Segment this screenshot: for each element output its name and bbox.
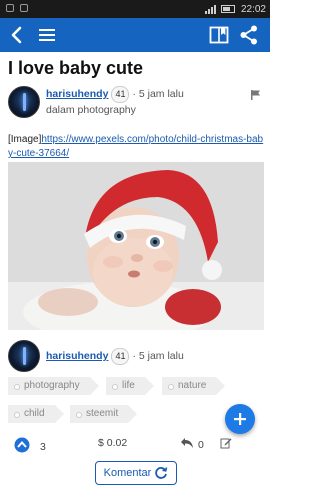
tag-nature[interactable]: nature (162, 377, 226, 395)
book-icon (209, 26, 229, 44)
flag-icon (251, 90, 260, 100)
reply-icon (181, 438, 193, 448)
reputation-badge: 41 (111, 86, 130, 103)
reply-group: 0 (180, 437, 204, 452)
post-time: 5 jam lalu (138, 88, 184, 100)
share-button[interactable] (234, 18, 264, 52)
reply-count: 0 (198, 438, 204, 451)
post-image[interactable] (8, 162, 264, 330)
post-author-row: harisuhendy 41 · 5 jam lalu dalam photogra… (8, 86, 264, 120)
reading-mode-button[interactable] (204, 18, 234, 52)
reputation-badge: 41 (111, 348, 130, 365)
share-icon (240, 25, 257, 45)
edit-button[interactable] (220, 437, 232, 449)
payout-amount[interactable]: $ 0.02 (98, 437, 127, 449)
status-icons (204, 4, 235, 14)
post-body: [Image]https://www.pexels.com/photo/chil… (8, 133, 264, 161)
battery-icon (220, 5, 235, 13)
image-source-link[interactable]: https://www.pexels.com/photo/child-chris… (8, 134, 263, 159)
status-time: 22:02 (240, 3, 266, 15)
chevron-left-icon (11, 26, 22, 44)
reply-button[interactable] (180, 437, 194, 452)
back-button[interactable] (2, 18, 32, 52)
flag-button[interactable] (250, 88, 262, 106)
avatar[interactable] (8, 86, 40, 118)
upvote-icon (14, 437, 30, 453)
tag-steemit[interactable]: steemit (70, 405, 138, 423)
plus-icon (234, 413, 246, 425)
avatar[interactable] (8, 340, 40, 372)
footer-author-info: harisuhendy 41 · 5 jam lalu (46, 340, 184, 365)
author-info: harisuhendy 41 · 5 jam lalu dalam photogra… (46, 86, 184, 118)
baby-photo (8, 162, 264, 330)
edit-icon (220, 438, 232, 449)
notification-icons (6, 4, 28, 12)
post-category[interactable]: dalam photography (46, 103, 184, 118)
add-button[interactable] (225, 404, 255, 434)
footer-author-row: harisuhendy 41 · 5 jam lalu (8, 340, 264, 374)
author-name[interactable]: harisuhendy (46, 88, 108, 100)
comment-button[interactable]: Komentar (95, 461, 177, 485)
post-time: 5 jam lalu (138, 350, 184, 362)
comment-button-label: Komentar (103, 467, 152, 479)
tag-life[interactable]: life (106, 377, 154, 395)
status-bar: 22:02 (0, 0, 270, 18)
tag-photography[interactable]: photography (8, 377, 99, 395)
app-bar (0, 18, 270, 52)
notification-icon (6, 4, 14, 12)
post-footer: 3 $ 0.02 0 (8, 437, 264, 455)
vote-count: 3 (40, 440, 46, 453)
tag-child[interactable]: child (8, 405, 64, 423)
comment-icon (155, 467, 168, 479)
upvote-group: 3 (14, 437, 46, 456)
post-title: I love baby cute (8, 58, 144, 78)
upvote-button[interactable] (14, 437, 30, 456)
author-name[interactable]: harisuhendy (46, 350, 108, 362)
signal-icon (204, 4, 216, 14)
image-prefix: [Image] (8, 134, 42, 145)
hamburger-menu-icon (39, 29, 55, 41)
menu-button[interactable] (32, 18, 62, 52)
notification-icon (20, 4, 28, 12)
